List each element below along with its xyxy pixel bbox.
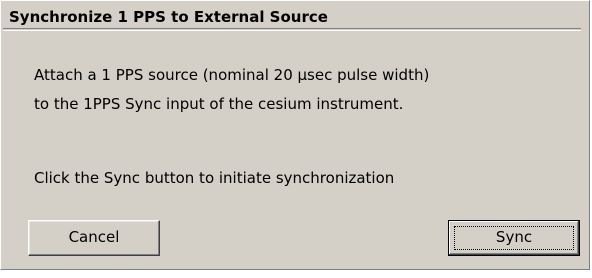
sync-dialog: Synchronize 1 PPS to External Source Att… bbox=[0, 0, 590, 270]
title-divider bbox=[3, 30, 581, 31]
instruction-line-3: Click the Sync button to initiate synchr… bbox=[34, 169, 395, 187]
sync-button[interactable]: Sync bbox=[448, 220, 580, 256]
dialog-title: Synchronize 1 PPS to External Source bbox=[9, 8, 328, 26]
sync-button-label: Sync bbox=[495, 228, 533, 246]
cancel-button-label: Cancel bbox=[68, 228, 120, 246]
cancel-button[interactable]: Cancel bbox=[28, 220, 160, 256]
instruction-line-2: to the 1PPS Sync input of the cesium ins… bbox=[34, 95, 404, 113]
instruction-line-1: Attach a 1 PPS source (nominal 20 µsec p… bbox=[34, 66, 430, 84]
dialog-title-bar: Synchronize 1 PPS to External Source bbox=[3, 3, 581, 29]
